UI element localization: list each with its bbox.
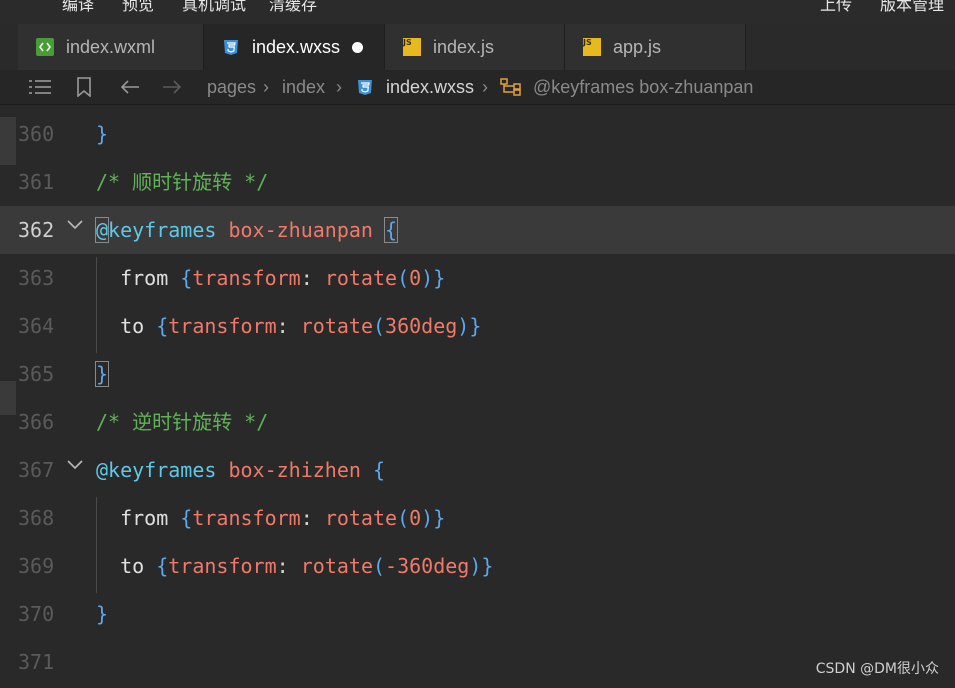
compile-button[interactable]: 编译 [62,0,94,15]
wxml-file-icon [36,38,54,56]
editor-tab-bar: index.wxml index.wxss JS index.js JS app… [0,24,955,70]
code-text[interactable]: from {transform: rotate(0)} [96,254,445,302]
code-line[interactable]: 368 from {transform: rotate(0)} [0,494,955,542]
tab-app-js[interactable]: JS app.js [565,24,746,70]
tab-index-js[interactable]: JS index.js [385,24,565,70]
fold-chevron-icon[interactable] [66,456,84,470]
code-text[interactable]: @keyframes box-zhuanpan { [94,206,399,254]
line-number: 362 [18,218,55,242]
watermark: CSDN @DM很小众 [815,661,939,677]
device-debug-button[interactable]: 真机调试 [182,0,246,15]
tab-index-wxml[interactable]: index.wxml [18,24,204,70]
back-arrow-icon[interactable] [120,70,140,104]
symbol-keyframes-icon [500,70,522,104]
chevron-right-icon: › [336,76,342,97]
line-number: 361 [18,170,55,194]
js-file-icon: JS [583,38,601,56]
breadcrumb-item-index[interactable]: index [282,70,325,104]
bookmark-icon[interactable] [76,70,92,104]
code-line[interactable]: 363 from {transform: rotate(0)} [0,254,955,302]
clear-cache-button[interactable]: 清缓存 [269,0,317,15]
unsaved-dot-icon[interactable] [352,41,364,53]
code-text[interactable]: } [96,110,108,158]
forward-arrow-icon[interactable] [162,70,182,104]
code-text[interactable]: to {transform: rotate(360deg)} [96,302,481,350]
upload-button[interactable]: 上传 [820,0,852,15]
line-number: 366 [18,410,55,434]
tab-label: index.wxml [66,36,156,57]
code-text[interactable]: to {transform: rotate(-360deg)} [96,542,493,590]
code-line[interactable]: 360 } [0,110,955,158]
line-number: 364 [18,314,55,338]
tab-bar-gutter [0,24,18,70]
code-line[interactable]: 364 to {transform: rotate(360deg)} [0,302,955,350]
line-number: 370 [18,602,55,626]
code-comment[interactable]: /* 逆时针旋转 */ [96,398,268,446]
code-comment[interactable]: /* 顺时针旋转 */ [96,158,268,206]
preview-button[interactable]: 预览 [122,0,154,15]
breadcrumb-item-pages[interactable]: pages [207,70,256,104]
code-text[interactable]: } [94,350,110,398]
code-text[interactable]: from {transform: rotate(0)} [96,494,445,542]
breadcrumb-item-file[interactable]: index.wxss [386,70,474,104]
chevron-right-icon: › [482,76,488,97]
code-line[interactable]: 361 /* 顺时针旋转 */ [0,158,955,206]
outline-list-icon[interactable] [28,70,52,104]
matching-brace: } [94,361,110,387]
code-line-current[interactable]: 362 @keyframes box-zhuanpan { [0,206,955,254]
line-number: 365 [18,362,55,386]
code-text[interactable]: } [96,590,108,638]
code-line[interactable]: 365 } [0,350,955,398]
css-file-icon [356,70,374,104]
line-number: 363 [18,266,55,290]
code-line[interactable]: 371 [0,638,955,686]
line-number: 360 [18,122,55,146]
line-number: 371 [18,650,55,674]
js-file-icon: JS [403,38,421,56]
line-number: 368 [18,506,55,530]
code-text[interactable]: @keyframes box-zhizhen { [96,446,385,494]
code-line[interactable]: 367 @keyframes box-zhizhen { [0,446,955,494]
breadcrumb: pages › index › index.wxss › @keyframes … [0,70,955,105]
top-toolbar: 编译 预览 真机调试 清缓存 上传 版本管理 [0,0,955,24]
tab-label: index.js [433,36,495,57]
line-number: 367 [18,458,55,482]
code-editor[interactable]: 360 } 361 /* 顺时针旋转 */ 362 @keyframes box… [0,105,955,688]
version-manage-button[interactable]: 版本管理 [880,0,944,15]
breadcrumb-item-symbol[interactable]: @keyframes box-zhuanpan [533,70,753,104]
tab-label: app.js [613,36,662,57]
css-file-icon [222,38,240,56]
fold-chevron-icon[interactable] [66,216,84,230]
line-number: 369 [18,554,55,578]
code-line[interactable]: 369 to {transform: rotate(-360deg)} [0,542,955,590]
code-line[interactable]: 370 } [0,590,955,638]
tab-label: index.wxss [252,36,341,57]
tab-index-wxss[interactable]: index.wxss [204,24,385,70]
chevron-right-icon: › [263,76,269,97]
code-line[interactable]: 366 /* 逆时针旋转 */ [0,398,955,446]
